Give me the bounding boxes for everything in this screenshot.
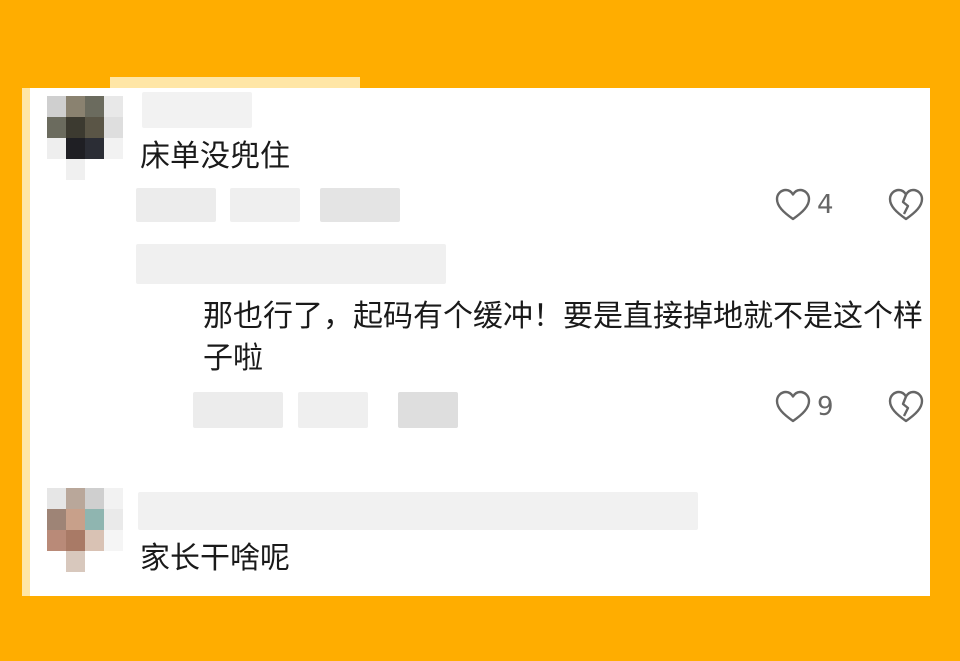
like-button[interactable]: 4 [775, 188, 834, 222]
avatar[interactable] [47, 488, 123, 572]
comment-card: 床单没兜住 4 那也行了，起码有个缓冲！要是直接掉地就不是这个样子啦 9 家长干… [22, 88, 930, 596]
heart-outline-icon [775, 188, 811, 221]
reply-text: 那也行了，起码有个缓冲！要是直接掉地就不是这个样子啦 [203, 299, 923, 376]
username-blurred[interactable] [138, 492, 698, 530]
broken-heart-icon [888, 390, 924, 423]
heart-outline-icon [775, 390, 811, 423]
reply-location-blurred [298, 392, 368, 428]
avatar[interactable] [47, 96, 123, 180]
dislike-button[interactable] [888, 188, 924, 222]
username-blurred[interactable] [142, 92, 252, 128]
reply-dislike-button[interactable] [888, 390, 924, 424]
comment-text: 家长干啥呢 [140, 541, 290, 576]
reply-like-button[interactable]: 9 [775, 390, 834, 424]
reply-timestamp-blurred [193, 392, 283, 428]
reply-reply-button-blurred[interactable] [398, 392, 458, 428]
like-count: 9 [817, 392, 834, 422]
comment-text: 床单没兜住 [140, 139, 290, 174]
timestamp-blurred [136, 188, 216, 222]
reply-button-blurred[interactable] [320, 188, 400, 222]
location-blurred [230, 188, 300, 222]
broken-heart-icon [888, 188, 924, 221]
like-count: 4 [817, 190, 834, 220]
reply-username-blurred[interactable] [136, 244, 446, 284]
